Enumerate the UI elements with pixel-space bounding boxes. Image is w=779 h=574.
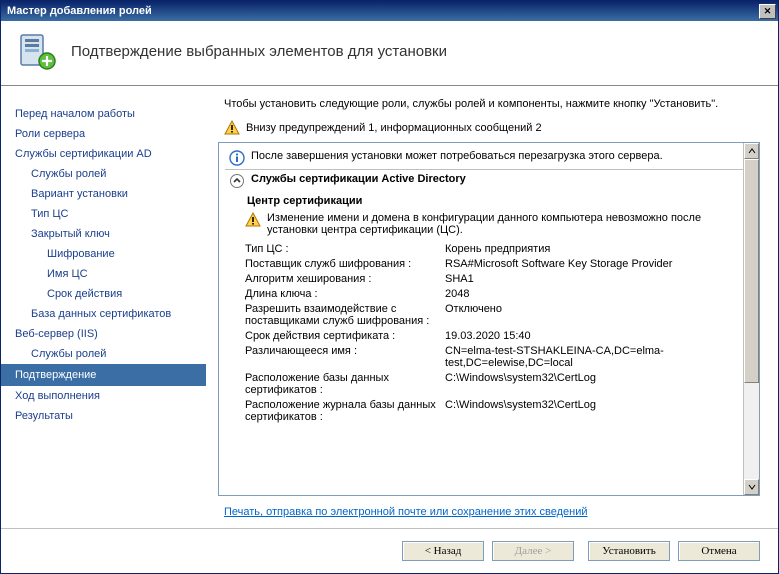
- server-role-icon: [17, 31, 57, 71]
- role-heading-row[interactable]: Службы сертификации Active Directory: [225, 170, 759, 192]
- role-warning-row: Изменение имени и домена в конфигурации …: [225, 209, 759, 239]
- kv-row: Срок действия сертификата :19.03.2020 15…: [245, 328, 743, 343]
- kv-key: Тип ЦС :: [245, 243, 445, 255]
- kv-row: Расположение журнала базы данных сертифи…: [245, 397, 743, 424]
- sidebar: Перед началом работы Роли сервера Службы…: [1, 86, 206, 528]
- nav-setup-type[interactable]: Вариант установки: [1, 184, 206, 204]
- page-title: Подтверждение выбранных элементов для ус…: [71, 43, 447, 60]
- wizard-window: Мастер добавления ролей ✕ Подтверждение …: [0, 0, 779, 574]
- scroll-up-button[interactable]: [744, 143, 759, 159]
- kv-val: Корень предприятия: [445, 243, 743, 255]
- nav-validity[interactable]: Срок действия: [1, 284, 206, 304]
- nav-progress[interactable]: Ход выполнения: [1, 386, 206, 406]
- summary-warning-text: Внизу предупреждений 1, информационных с…: [246, 122, 542, 134]
- nav-adcs[interactable]: Службы сертификации AD: [1, 144, 206, 164]
- kv-key: Расположение журнала базы данных сертифи…: [245, 399, 445, 423]
- titlebar[interactable]: Мастер добавления ролей ✕: [1, 1, 778, 21]
- next-button: Далее >: [492, 541, 574, 561]
- intro-text: Чтобы установить следующие роли, службы …: [218, 98, 760, 110]
- header: Подтверждение выбранных элементов для ус…: [1, 21, 778, 86]
- kv-val: C:\Windows\system32\CertLog: [445, 372, 743, 396]
- kv-val: SHA1: [445, 273, 743, 285]
- print-link-row: Печать, отправка по электронной почте ил…: [218, 496, 760, 518]
- nav-confirmation[interactable]: Подтверждение: [1, 364, 206, 386]
- footer: < Назад Далее > Установить Отмена: [1, 528, 778, 573]
- role-warning-text: Изменение имени и домена в конфигурации …: [267, 212, 739, 236]
- nav-iis[interactable]: Веб-сервер (IIS): [1, 324, 206, 344]
- collapse-icon: [229, 173, 245, 189]
- kv-key: Алгоритм хеширования :: [245, 273, 445, 285]
- details-box: После завершения установки может потребо…: [218, 142, 760, 496]
- kv-val: RSA#Microsoft Software Key Storage Provi…: [445, 258, 743, 270]
- nav-private-key[interactable]: Закрытый ключ: [1, 224, 206, 244]
- cancel-button[interactable]: Отмена: [678, 541, 760, 561]
- kv-val: C:\Windows\system32\CertLog: [445, 399, 743, 423]
- kv-row: Длина ключа :2048: [245, 286, 743, 301]
- back-button[interactable]: < Назад: [402, 541, 484, 561]
- kv-key: Разрешить взаимодействие с поставщиками …: [245, 303, 445, 327]
- nav-cryptography[interactable]: Шифрование: [1, 244, 206, 264]
- main-panel: Чтобы установить следующие роли, службы …: [206, 86, 778, 528]
- kv-row: Поставщик служб шифрования :RSA#Microsof…: [245, 256, 743, 271]
- kv-row: Алгоритм хеширования :SHA1: [245, 271, 743, 286]
- role-title: Службы сертификации Active Directory: [251, 173, 466, 185]
- chevron-down-icon: [748, 483, 756, 491]
- close-icon: ✕: [764, 6, 772, 17]
- nav-iis-role-services[interactable]: Службы ролей: [1, 344, 206, 364]
- kv-val: Отключено: [445, 303, 743, 327]
- nav-before-you-begin[interactable]: Перед началом работы: [1, 104, 206, 124]
- kv-row: Расположение базы данных сертификатов :C…: [245, 370, 743, 397]
- nav-role-services[interactable]: Службы ролей: [1, 164, 206, 184]
- nav-cert-database[interactable]: База данных сертификатов: [1, 304, 206, 324]
- kv-val: 2048: [445, 288, 743, 300]
- kv-key: Различающееся имя :: [245, 345, 445, 369]
- scroll-thumb[interactable]: [744, 159, 759, 383]
- nav-ca-name[interactable]: Имя ЦС: [1, 264, 206, 284]
- nav-results[interactable]: Результаты: [1, 406, 206, 426]
- scroll-down-button[interactable]: [744, 479, 759, 495]
- nav-ca-type[interactable]: Тип ЦС: [1, 204, 206, 224]
- kv-row: Тип ЦС :Корень предприятия: [245, 241, 743, 256]
- nav-server-roles[interactable]: Роли сервера: [1, 124, 206, 144]
- info-icon: [229, 150, 245, 166]
- kv-key: Расположение базы данных сертификатов :: [245, 372, 445, 396]
- scrollbar[interactable]: [743, 143, 759, 495]
- warning-icon: [224, 120, 240, 136]
- info-row: После завершения установки может потребо…: [225, 147, 743, 170]
- close-button[interactable]: ✕: [759, 4, 776, 19]
- kv-row: Разрешить взаимодействие с поставщиками …: [245, 301, 743, 328]
- info-text: После завершения установки может потребо…: [251, 150, 663, 162]
- kv-key: Длина ключа :: [245, 288, 445, 300]
- kv-key: Срок действия сертификата :: [245, 330, 445, 342]
- kv-row: Различающееся имя :CN=elma-test-STSHAKLE…: [245, 343, 743, 370]
- chevron-up-icon: [748, 147, 756, 155]
- kv-table: Тип ЦС :Корень предприятия Поставщик слу…: [225, 239, 759, 424]
- kv-val: 19.03.2020 15:40: [445, 330, 743, 342]
- kv-key: Поставщик служб шифрования :: [245, 258, 445, 270]
- kv-val: CN=elma-test-STSHAKLEINA-CA,DC=elma-test…: [445, 345, 743, 369]
- warning-icon: [245, 212, 261, 228]
- window-title: Мастер добавления ролей: [7, 5, 759, 17]
- install-button[interactable]: Установить: [588, 541, 670, 561]
- scroll-track[interactable]: [744, 159, 759, 479]
- body: Перед началом работы Роли сервера Службы…: [1, 86, 778, 528]
- section-title: Центр сертификации: [225, 192, 759, 209]
- print-save-link[interactable]: Печать, отправка по электронной почте ил…: [224, 506, 588, 518]
- summary-warning-row: Внизу предупреждений 1, информационных с…: [224, 120, 760, 136]
